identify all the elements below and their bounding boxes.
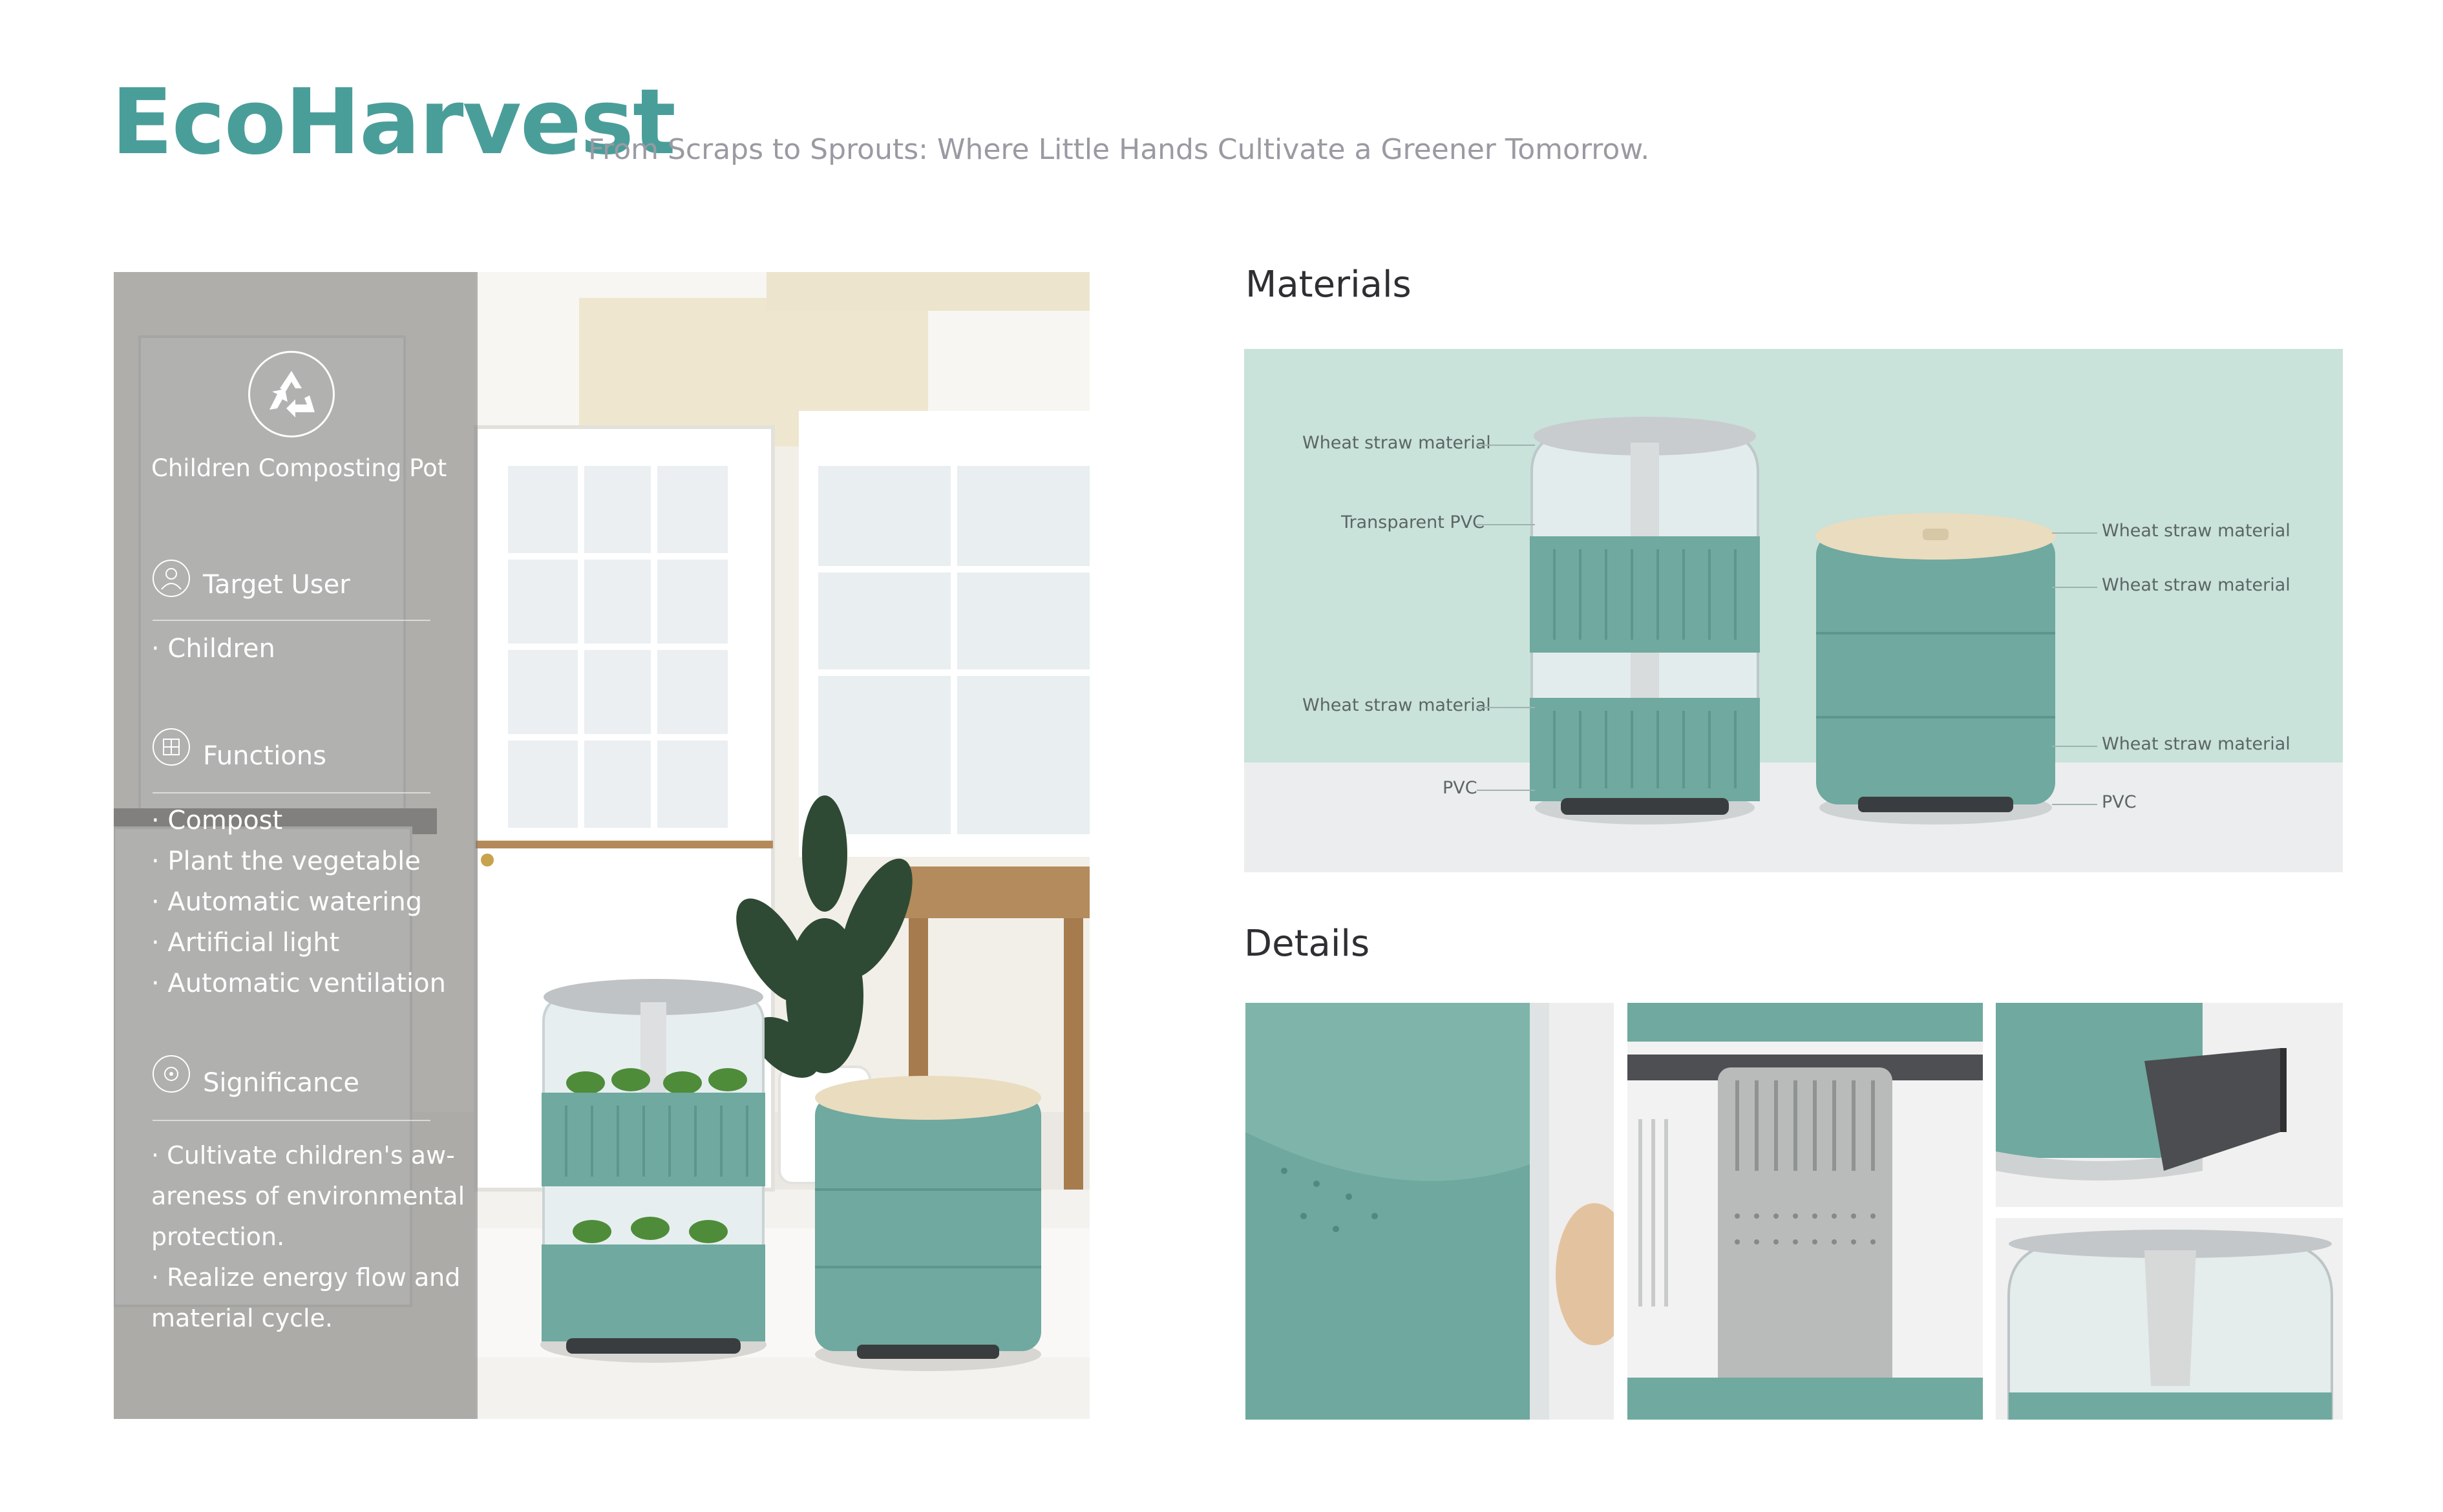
recycle-icon	[248, 351, 335, 437]
function-item: · Compost	[151, 806, 283, 835]
material-label: PVC	[2102, 792, 2137, 812]
leader-line	[1477, 445, 1535, 446]
significance-line: areness of environmental	[151, 1182, 465, 1210]
materials-image: Wheat straw material Transparent PVC Whe…	[1244, 349, 2343, 872]
function-item: · Artificial light	[151, 928, 340, 958]
material-label: Wheat straw material	[1302, 433, 1491, 453]
functions-icon	[153, 728, 190, 766]
hero-image: Children Composting Pot Target User · Ch…	[114, 272, 1090, 1419]
leader-line	[1477, 790, 1535, 791]
significance-line: material cycle.	[151, 1304, 333, 1332]
significance-icon	[153, 1055, 190, 1093]
function-item: · Automatic watering	[151, 887, 423, 917]
functions-heading: Functions	[203, 741, 326, 771]
product-name: Children Composting Pot	[151, 454, 447, 482]
detail-image-light-column	[1627, 1003, 1983, 1420]
detail-image-drawer	[1996, 1003, 2343, 1207]
significance-line: · Cultivate children's aw-	[151, 1141, 455, 1170]
material-label: PVC	[1443, 778, 1477, 798]
materials-illustration	[1244, 349, 2343, 872]
target-user-item: · Children	[151, 634, 275, 664]
material-label: Wheat straw material	[2102, 521, 2290, 541]
significance-line: protection.	[151, 1223, 285, 1251]
function-item: · Plant the vegetable	[151, 846, 421, 876]
leader-line	[1477, 707, 1535, 708]
leader-line	[2052, 587, 2097, 588]
significance-line: · Realize energy flow and	[151, 1263, 461, 1292]
divider	[153, 792, 430, 793]
material-label: Wheat straw material	[1302, 695, 1491, 715]
material-label: Wheat straw material	[2102, 575, 2290, 595]
leader-line	[2052, 746, 2097, 747]
detail-image-lid-button	[1245, 1003, 1614, 1420]
leader-line	[2052, 532, 2097, 534]
divider	[153, 1120, 430, 1121]
user-icon	[153, 560, 190, 597]
material-label: Transparent PVC	[1341, 512, 1485, 532]
divider	[153, 620, 430, 621]
details-title: Details	[1244, 923, 1370, 965]
material-label: Wheat straw material	[2102, 734, 2290, 754]
significance-heading: Significance	[203, 1068, 360, 1098]
leader-line	[2052, 804, 2097, 805]
detail-image-dome	[1996, 1218, 2343, 1420]
materials-title: Materials	[1245, 264, 1412, 306]
info-panel: Children Composting Pot Target User · Ch…	[114, 272, 478, 1419]
tagline: From Scraps to Sprouts: Where Little Han…	[588, 133, 1650, 166]
function-item: · Automatic ventilation	[151, 969, 446, 998]
leader-line	[1477, 524, 1535, 525]
target-user-heading: Target User	[203, 570, 350, 600]
